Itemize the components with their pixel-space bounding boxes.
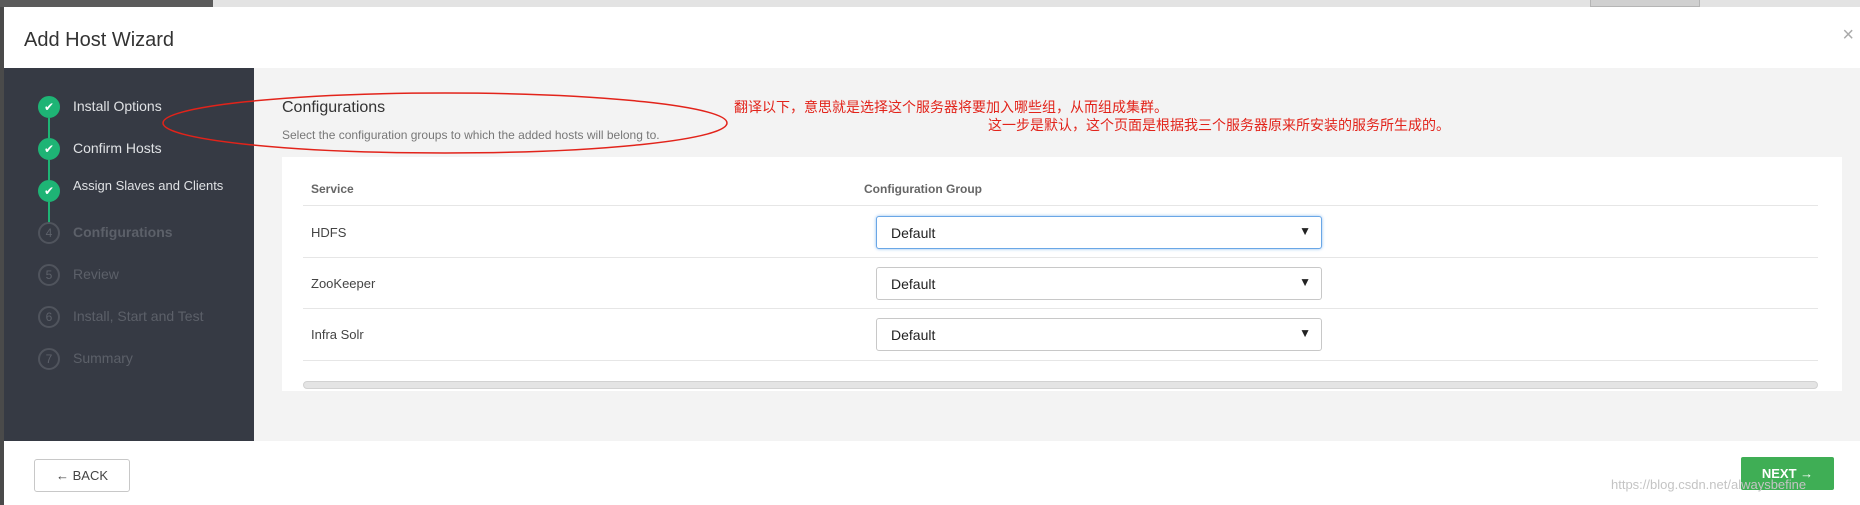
chevron-down-icon: ▼: [1299, 326, 1311, 340]
select-value: Default: [891, 327, 936, 343]
wizard-steps-sidebar: ✔ Install Options ✔ Confirm Hosts ✔ Assi…: [4, 68, 254, 441]
config-group-select-hdfs[interactable]: Default ▼: [876, 216, 1322, 249]
service-name: HDFS: [311, 225, 347, 240]
step-confirm-hosts[interactable]: ✔ Confirm Hosts: [38, 138, 248, 162]
background-topbar: [0, 0, 1860, 7]
page-subtitle: Select the configuration groups to which…: [282, 128, 660, 142]
step-label: Install, Start and Test: [73, 308, 204, 324]
add-host-wizard-modal: Add Host Wizard × ✔ Install Options ✔ Co…: [4, 7, 1860, 505]
select-value: Default: [891, 225, 936, 241]
column-header-service: Service: [311, 182, 354, 196]
step-configurations: 4 Configurations: [38, 222, 248, 246]
step-assign-slaves-and-clients[interactable]: ✔ Assign Slaves and Clients: [38, 178, 248, 204]
service-name: ZooKeeper: [311, 276, 376, 291]
check-icon: ✔: [38, 96, 60, 118]
step-number: 4: [38, 222, 60, 244]
service-name: Infra Solr: [311, 327, 364, 342]
back-button[interactable]: ← BACK: [34, 459, 130, 492]
close-icon[interactable]: ×: [1842, 25, 1854, 45]
step-install-options[interactable]: ✔ Install Options: [38, 96, 248, 120]
step-label: Assign Slaves and Clients: [73, 178, 224, 193]
step-review: 5 Review: [38, 264, 248, 288]
check-icon: ✔: [38, 138, 60, 160]
column-header-configuration-group: Configuration Group: [864, 182, 982, 196]
step-number: 7: [38, 348, 60, 370]
step-connector: [48, 160, 50, 180]
step-label: Review: [73, 266, 119, 282]
step-connector: [48, 202, 50, 224]
step-number: 6: [38, 306, 60, 328]
row-divider: [303, 308, 1818, 309]
config-group-select-infra-solr[interactable]: Default ▼: [876, 318, 1322, 351]
select-value: Default: [891, 276, 936, 292]
annotation-text: 翻译以下，意思就是选择这个服务器将要加入哪些组，从而组成集群。: [734, 100, 1168, 116]
row-divider: [303, 257, 1818, 258]
step-label: Summary: [73, 350, 133, 366]
chevron-down-icon: ▼: [1299, 275, 1311, 289]
row-divider: [303, 360, 1818, 361]
config-group-select-zookeeper[interactable]: Default ▼: [876, 267, 1322, 300]
check-icon: ✔: [38, 180, 60, 202]
step-install-start-and-test: 6 Install, Start and Test: [38, 306, 248, 330]
step-label: Configurations: [73, 224, 173, 240]
step-summary: 7 Summary: [38, 348, 248, 372]
modal-footer: ← BACK NEXT →: [4, 441, 1860, 505]
modal-header: Add Host Wizard ×: [4, 7, 1860, 68]
chevron-down-icon: ▼: [1299, 224, 1311, 238]
row-divider: [303, 205, 1818, 206]
watermark-text: https://blog.csdn.net/alwaysbefine: [1611, 477, 1807, 492]
step-label: Confirm Hosts: [73, 140, 162, 156]
step-label: Install Options: [73, 98, 162, 114]
step-connector: [48, 118, 50, 138]
background-tab: [1590, 0, 1700, 7]
page-title: Configurations: [282, 99, 386, 116]
modal-title: Add Host Wizard: [24, 29, 175, 51]
step-number: 5: [38, 264, 60, 286]
annotation-text: 这一步是默认，这个页面是根据我三个服务器原来所安装的服务所生成的。: [988, 118, 1450, 134]
horizontal-scrollbar[interactable]: [303, 381, 1818, 389]
